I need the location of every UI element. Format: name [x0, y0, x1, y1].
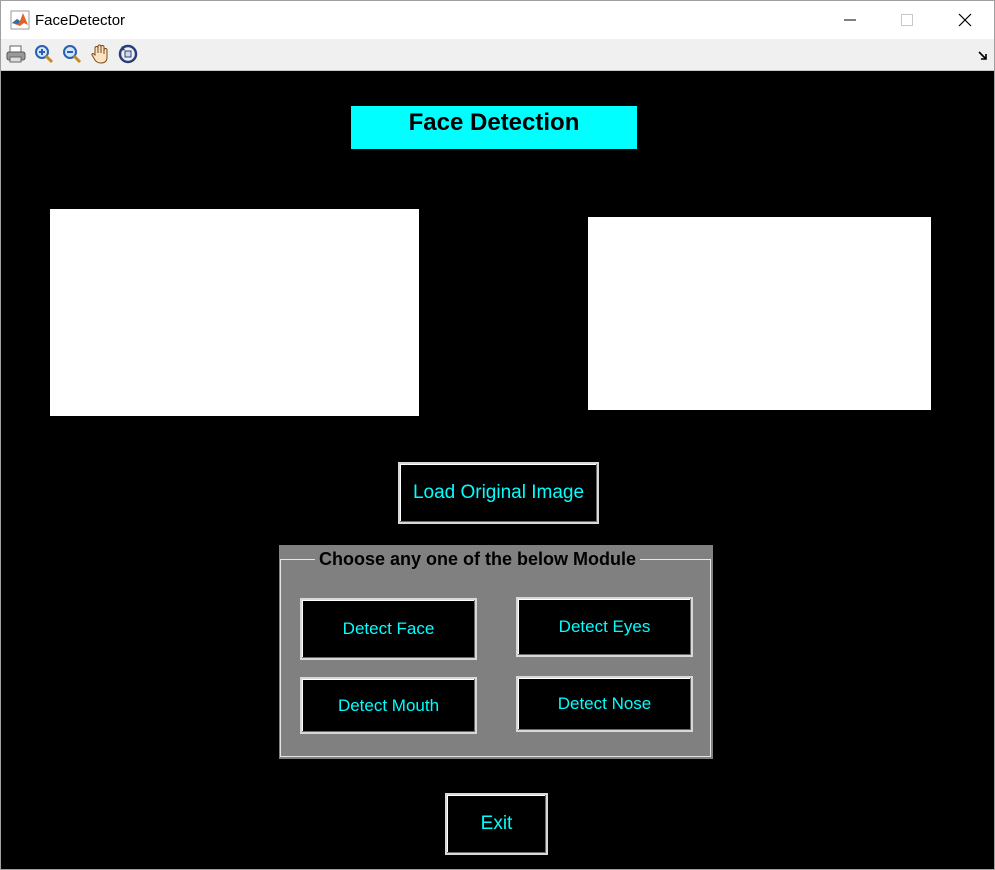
- window-title: FaceDetector: [35, 12, 126, 29]
- figure-toolbar: [1, 39, 994, 71]
- title-bar[interactable]: FaceDetector: [1, 1, 994, 39]
- dock-arrow-icon[interactable]: [977, 49, 989, 61]
- figure-window: FaceDetector Face Detection Load Origina…: [0, 0, 995, 870]
- close-button[interactable]: [936, 1, 994, 39]
- module-panel-title: Choose any one of the below Module: [315, 549, 641, 569]
- detect-face-button[interactable]: Detect Face: [300, 598, 477, 660]
- maximize-button[interactable]: [878, 1, 936, 39]
- page-title: Face Detection: [351, 106, 637, 149]
- matlab-logo-icon: [10, 10, 30, 30]
- print-icon[interactable]: [5, 43, 27, 65]
- minimize-button[interactable]: [821, 1, 879, 39]
- figure-canvas: Face Detection Load Original Image Choos…: [1, 71, 994, 869]
- maximize-icon: [901, 14, 913, 26]
- rotate-3d-icon[interactable]: [117, 43, 139, 65]
- zoom-in-icon[interactable]: [33, 43, 55, 65]
- detect-eyes-button[interactable]: Detect Eyes: [516, 597, 693, 657]
- detect-mouth-button[interactable]: Detect Mouth: [300, 677, 477, 734]
- zoom-out-icon[interactable]: [61, 43, 83, 65]
- pan-hand-icon[interactable]: [89, 43, 111, 65]
- load-original-image-button[interactable]: Load Original Image: [398, 462, 599, 524]
- close-icon: [958, 13, 972, 27]
- exit-button[interactable]: Exit: [445, 793, 548, 855]
- result-image-axes: [588, 217, 931, 410]
- original-image-axes: [50, 209, 419, 416]
- minimize-icon: [844, 19, 856, 21]
- detect-nose-button[interactable]: Detect Nose: [516, 676, 693, 732]
